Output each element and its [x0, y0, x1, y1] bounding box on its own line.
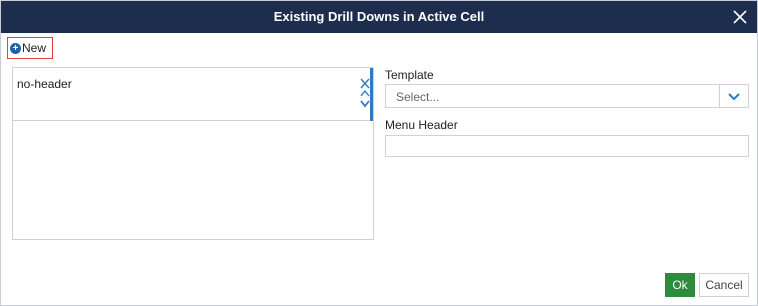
- cancel-button[interactable]: Cancel: [699, 273, 749, 297]
- drill-down-dialog: Existing Drill Downs in Active Cell + Ne…: [0, 0, 758, 306]
- chevron-down-icon[interactable]: [726, 90, 742, 102]
- dialog-titlebar: Existing Drill Downs in Active Cell: [1, 1, 757, 33]
- list-item[interactable]: no-header: [13, 68, 373, 121]
- new-button-label: New: [22, 41, 47, 55]
- template-select[interactable]: Select...: [385, 84, 749, 108]
- menu-header-label: Menu Header: [385, 118, 458, 132]
- ok-button[interactable]: Ok: [665, 273, 695, 297]
- template-label: Template: [385, 68, 434, 82]
- template-select-placeholder: Select...: [396, 90, 440, 104]
- close-icon[interactable]: [729, 6, 751, 28]
- selected-indicator: [370, 68, 373, 121]
- select-divider: [719, 85, 720, 107]
- plus-circle-icon: +: [10, 42, 21, 54]
- dialog-title: Existing Drill Downs in Active Cell: [273, 9, 485, 24]
- drill-down-list: no-header: [12, 67, 374, 240]
- new-button[interactable]: + New: [7, 37, 53, 59]
- menu-header-input[interactable]: [385, 135, 749, 157]
- list-item-label: no-header: [17, 77, 72, 91]
